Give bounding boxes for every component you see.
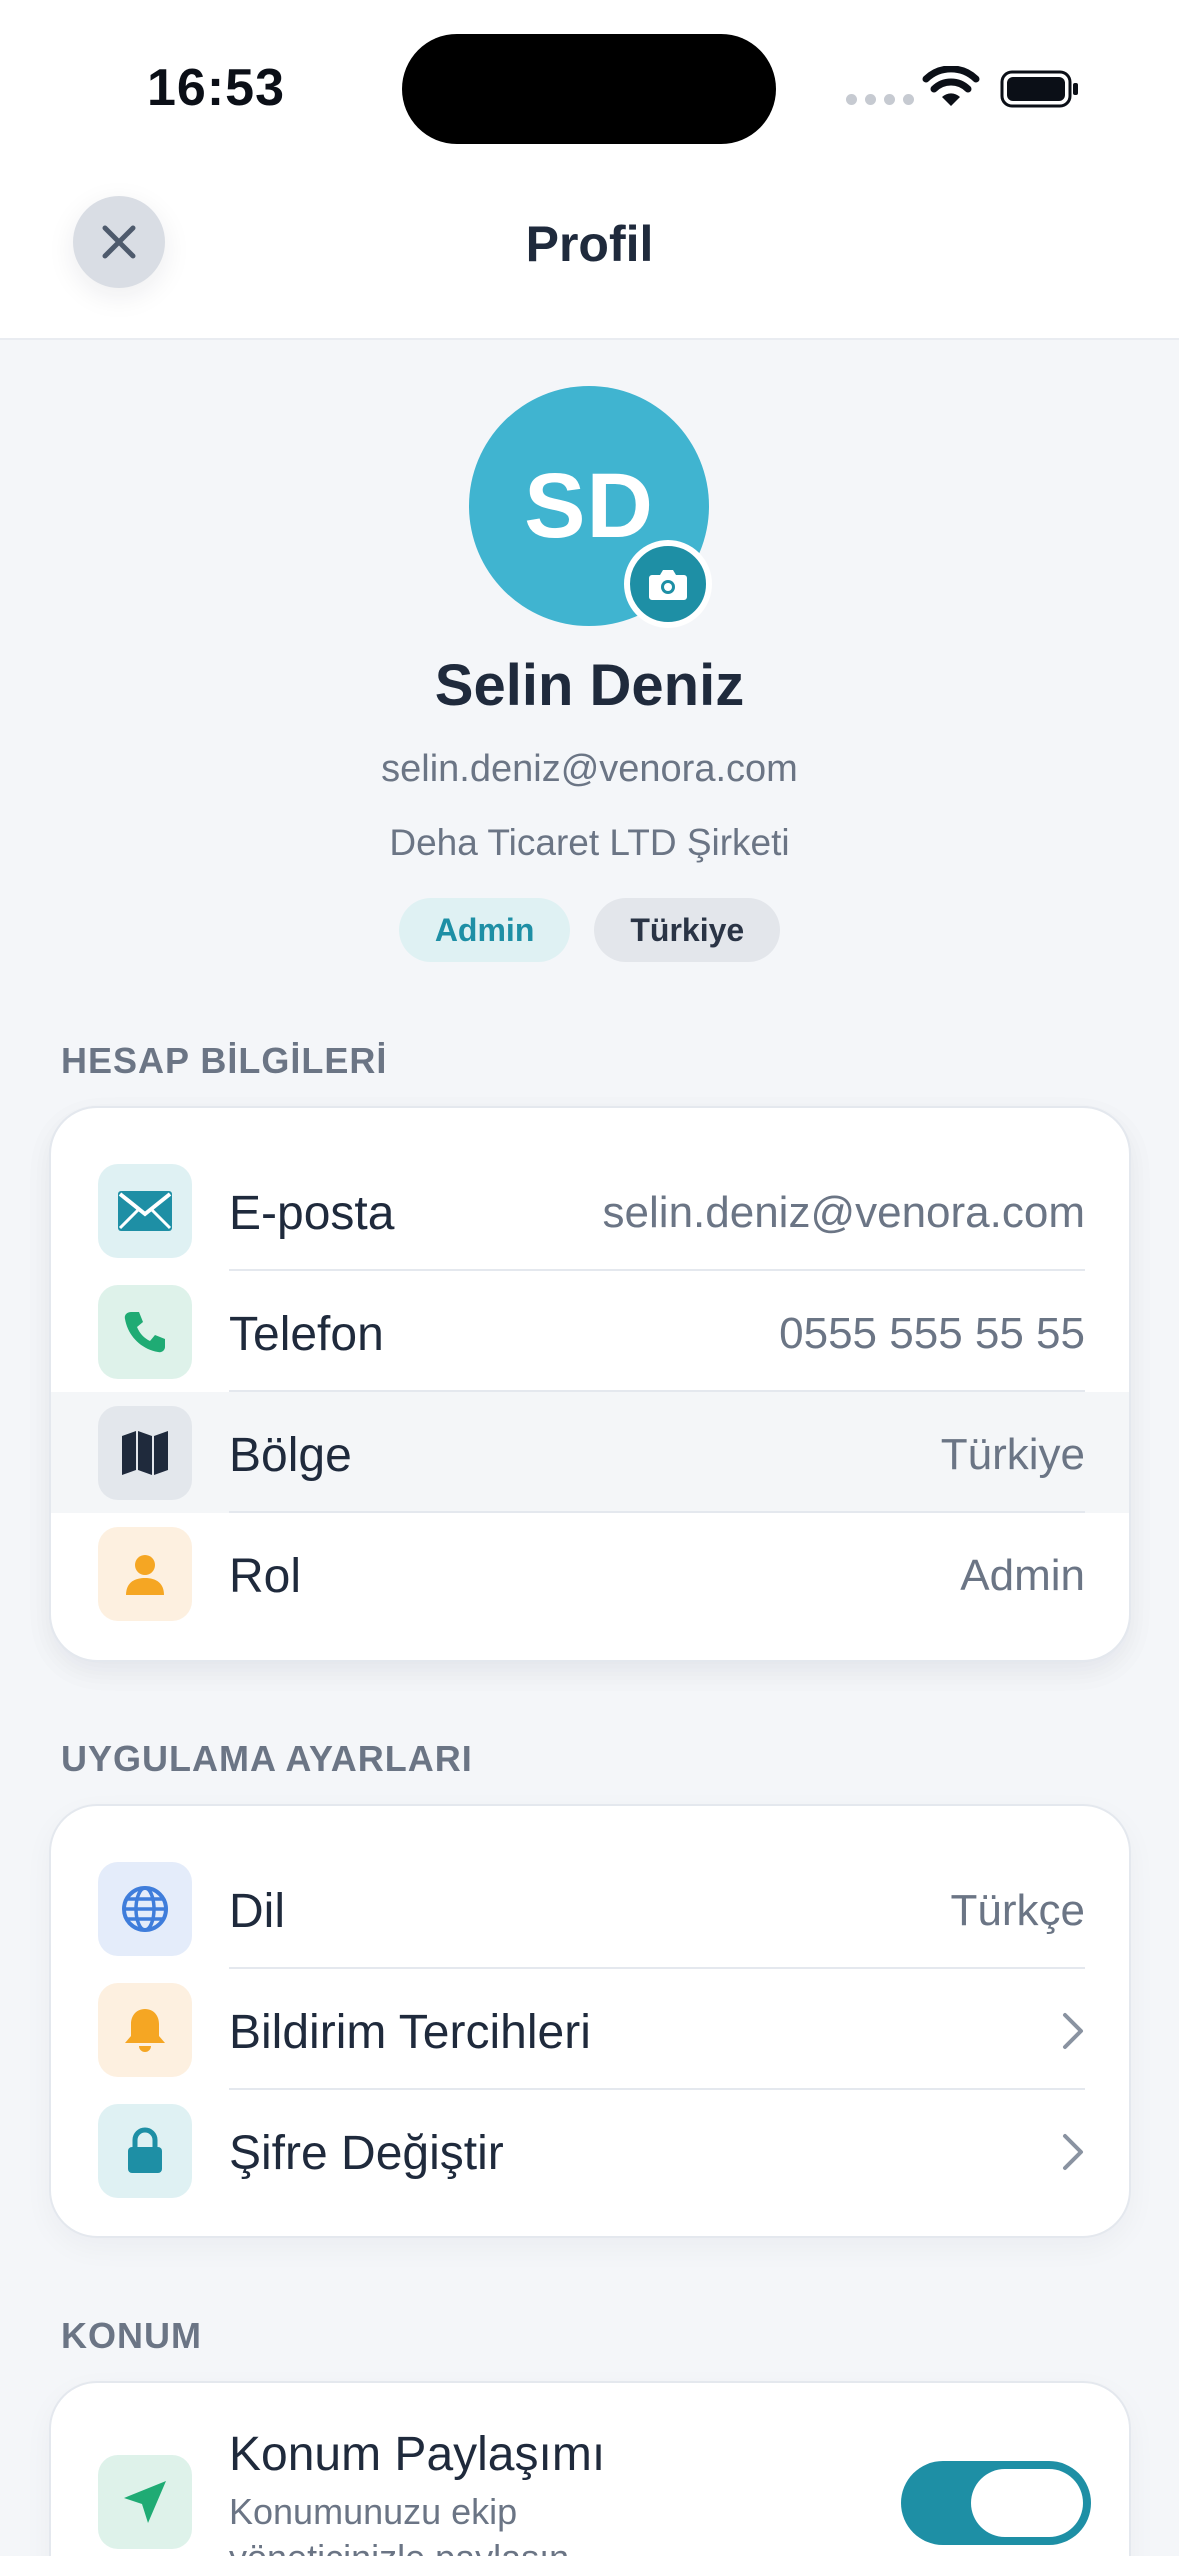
bell-icon-box [98, 1983, 192, 2077]
row-change-password[interactable]: Şifre Değiştir [51, 2090, 1129, 2211]
row-phone[interactable]: Telefon 0555 555 55 55 [51, 1271, 1129, 1392]
region-badge: Türkiye [594, 898, 781, 962]
section-title-location: KONUM [61, 2315, 202, 2356]
location-sharing-label: Konum Paylaşımı [229, 2428, 606, 2481]
location-icon-box [98, 2455, 192, 2549]
row-label: Şifre Değiştir [229, 2127, 504, 2180]
row-label: Dil [229, 1885, 285, 1938]
section-title-account: HESAP BİLGİLERİ [61, 1040, 388, 1081]
row-value: 0555 555 55 55 [779, 1309, 1085, 1358]
globe-icon-box [98, 1862, 192, 1956]
lock-icon [128, 2127, 162, 2173]
row-label: Rol [229, 1550, 302, 1603]
camera-icon [649, 570, 687, 600]
globe-icon [122, 1886, 168, 1932]
nav-header: Profil [0, 160, 1179, 340]
phone-icon [124, 1312, 165, 1353]
chevron-right-icon [1063, 2013, 1083, 2049]
location-card: Konum Paylaşımı Konumunuzu ekip yönetici… [49, 2381, 1131, 2556]
row-value: Türkiye [940, 1430, 1085, 1479]
cellular-signal-icon [846, 94, 914, 105]
row-value: Türkçe [950, 1886, 1085, 1935]
dynamic-island [402, 34, 776, 144]
row-notification-preferences[interactable]: Bildirim Tercihleri [51, 1969, 1129, 2090]
app-settings-card: Dil Türkçe Bildirim Tercihleri Şifre Değ… [49, 1804, 1131, 2238]
user-icon [126, 1555, 164, 1595]
lock-icon-box [98, 2104, 192, 2198]
toggle-knob [971, 2469, 1083, 2537]
row-value: Admin [960, 1551, 1085, 1600]
status-bar: 16:53 [0, 0, 1179, 160]
row-language[interactable]: Dil Türkçe [51, 1848, 1129, 1969]
row-label: Telefon [229, 1308, 384, 1361]
map-icon [122, 1431, 168, 1475]
row-region[interactable]: Bölge Türkiye [51, 1392, 1129, 1513]
profile-screen: 16:53 Profil SD Selin Deniz selin.deniz@… [0, 0, 1179, 2556]
user-name: Selin Deniz [434, 653, 745, 718]
location-sharing-description: Konumunuzu ekip yöneticinizle paylaşın [229, 2491, 569, 2556]
battery-icon [1000, 70, 1078, 108]
phone-icon-box [98, 1285, 192, 1379]
row-value: selin.deniz@venora.com [602, 1188, 1085, 1237]
location-sharing-toggle[interactable] [901, 2461, 1091, 2545]
bell-icon [125, 2009, 165, 2052]
row-label: E-posta [229, 1187, 395, 1240]
row-email[interactable]: E-posta selin.deniz@venora.com [51, 1150, 1129, 1271]
section-title-app-settings: UYGULAMA AYARLARI [61, 1738, 473, 1779]
chevron-right-icon [1063, 2134, 1083, 2170]
wifi-icon [922, 66, 980, 106]
page-title: Profil [525, 216, 654, 272]
row-label: Bölge [229, 1429, 352, 1482]
role-badge: Admin [398, 898, 571, 962]
location-arrow-icon [124, 2481, 166, 2523]
user-company: Deha Ticaret LTD Şirketi [389, 822, 790, 863]
user-email: selin.deniz@venora.com [381, 748, 798, 790]
badge-group: Admin Türkiye [0, 898, 1179, 962]
status-time: 16:53 [147, 59, 285, 117]
row-label: Bildirim Tercihleri [229, 2006, 591, 2059]
mail-icon-box [98, 1164, 192, 1258]
mail-icon [118, 1191, 172, 1231]
row-role[interactable]: Rol Admin [51, 1513, 1129, 1634]
user-icon-box [98, 1527, 192, 1621]
account-info-card: E-posta selin.deniz@venora.com Telefon 0… [49, 1106, 1131, 1662]
map-icon-box [98, 1406, 192, 1500]
change-photo-button[interactable] [624, 540, 712, 628]
